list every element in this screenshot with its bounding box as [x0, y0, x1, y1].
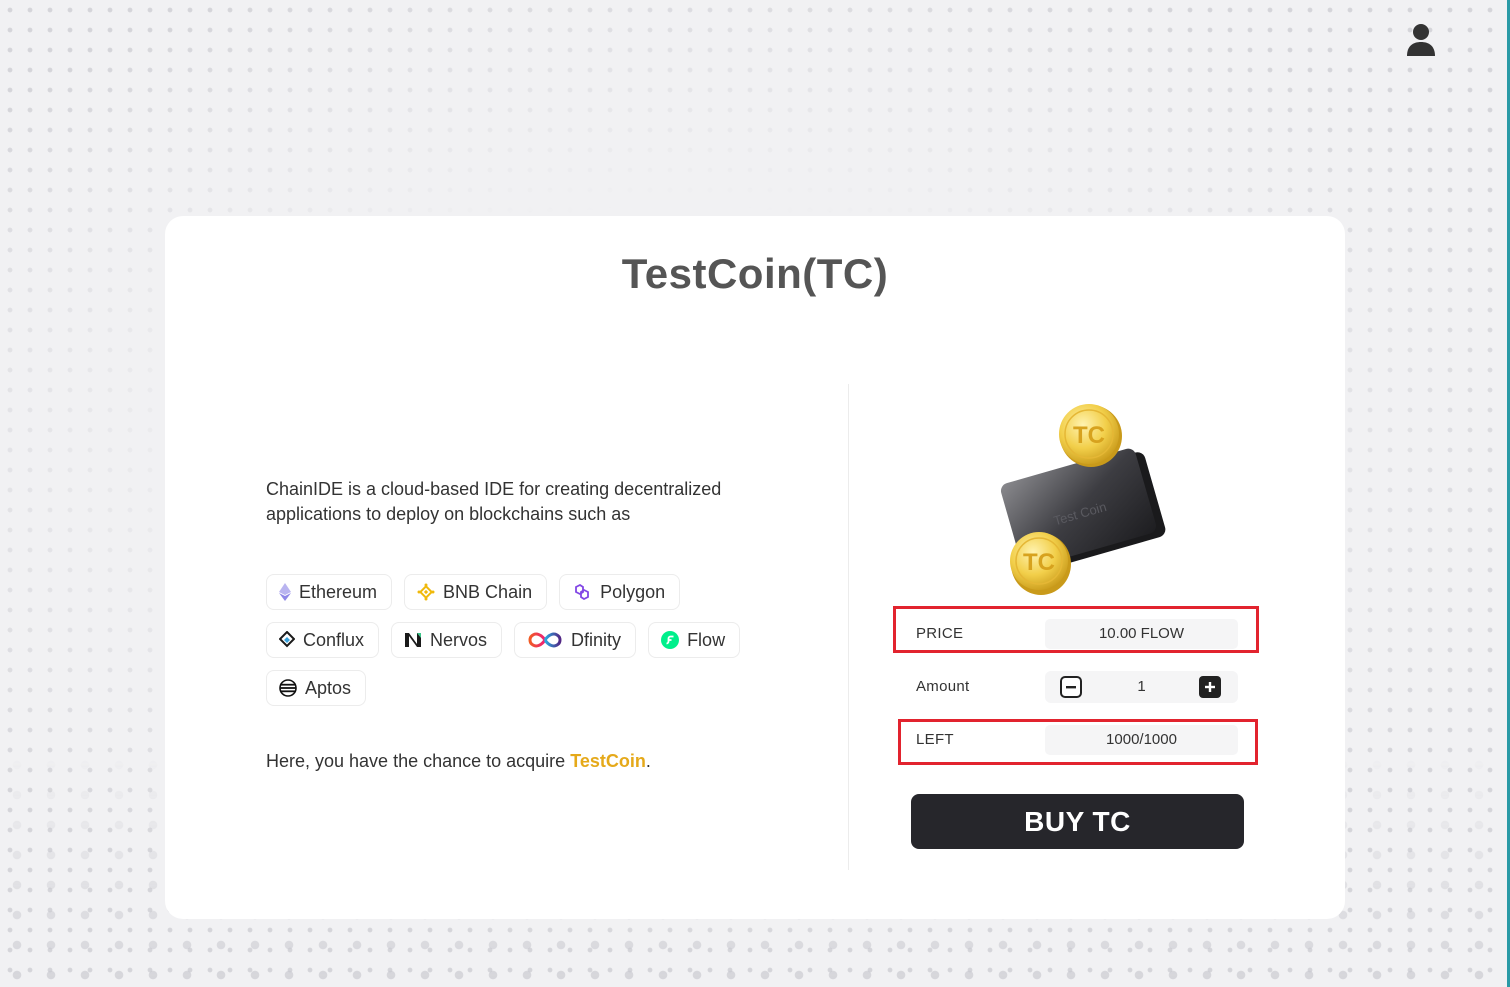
coin-wallet-illustration: Test Coin TC TC	[1000, 404, 1166, 595]
chain-label: Polygon	[600, 581, 666, 602]
chain-label: Nervos	[430, 629, 488, 650]
intro-text: ChainIDE is a cloud-based IDE for creati…	[266, 479, 722, 524]
chain-label: BNB Chain	[443, 581, 533, 602]
chain-label: Aptos	[305, 677, 352, 698]
amount-row: Amount 1	[896, 671, 1254, 713]
chain-chip-ethereum[interactable]: Ethereum	[266, 574, 393, 610]
column-divider	[848, 384, 849, 870]
chain-label: Dfinity	[571, 629, 622, 650]
chain-chip-conflux[interactable]: Conflux	[266, 622, 380, 658]
polygon-icon	[575, 584, 589, 600]
chain-chip-bnb-chain[interactable]: BNB Chain	[404, 574, 548, 610]
chain-chip-dfinity[interactable]: Dfinity	[514, 622, 637, 658]
token-name-highlight: TestCoin	[570, 751, 646, 771]
chain-label: Ethereum	[299, 581, 378, 602]
nervos-icon	[405, 633, 422, 647]
quantity-stepper: 1	[1045, 671, 1238, 703]
chain-chip-nervos[interactable]: Nervos	[391, 622, 503, 658]
chain-chip-aptos[interactable]: Aptos	[266, 670, 367, 706]
user-icon[interactable]	[1404, 22, 1438, 58]
chain-list: Ethereum BNB Chain Polygon Conflux Nervo…	[266, 574, 786, 718]
price-highlight-box	[893, 606, 1259, 653]
bnb-chain-icon	[417, 583, 435, 601]
coin-text-bottom: TC	[1023, 549, 1055, 576]
left-highlight-box	[898, 719, 1258, 765]
acquire-text: Here, you have the chance to acquire Tes…	[266, 751, 651, 772]
amount-value[interactable]: 1	[1085, 671, 1198, 703]
decrement-button[interactable]	[1060, 676, 1082, 698]
acquire-suffix: .	[645, 751, 651, 771]
chain-label: Flow	[687, 629, 726, 650]
dfinity-icon	[528, 632, 562, 648]
page-title: TestCoin(TC)	[621, 250, 889, 297]
buy-button[interactable]: BUY TC	[911, 794, 1244, 849]
chain-label: Conflux	[303, 629, 365, 650]
ethereum-icon	[279, 583, 291, 601]
amount-label: Amount	[916, 678, 970, 695]
chain-chip-flow[interactable]: Flow	[648, 622, 741, 658]
flow-icon	[661, 631, 680, 649]
coin-text-top: TC	[1073, 422, 1105, 449]
chain-chip-polygon[interactable]: Polygon	[559, 574, 681, 610]
acquire-prefix: Here, you have the chance to acquire	[266, 751, 571, 771]
aptos-icon	[279, 679, 297, 697]
conflux-icon	[279, 631, 295, 648]
increment-button[interactable]	[1199, 676, 1221, 698]
